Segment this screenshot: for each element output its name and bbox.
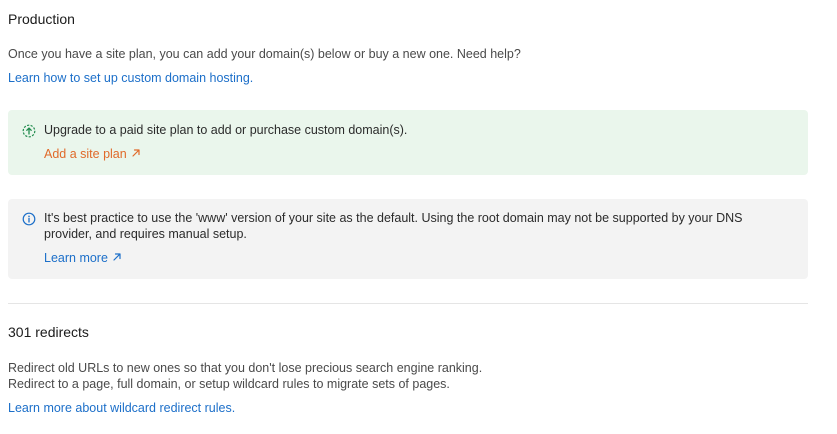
www-notice-message: It's best practice to use the 'www' vers… xyxy=(44,211,743,241)
redirects-description-line1: Redirect old URLs to new ones so that yo… xyxy=(8,361,483,375)
upgrade-notice-card: Upgrade to a paid site plan to add or pu… xyxy=(8,110,808,175)
www-learn-more-label: Learn more xyxy=(44,251,108,265)
wildcard-redirect-rules-link[interactable]: Learn more about wildcard redirect rules… xyxy=(8,400,235,416)
production-description: Once you have a site plan, you can add y… xyxy=(8,47,521,61)
add-site-plan-link[interactable]: Add a site plan xyxy=(44,146,141,162)
www-best-practice-notice: It's best practice to use the 'www' vers… xyxy=(8,199,808,279)
redirects-description-line2: Redirect to a page, full domain, or setu… xyxy=(8,377,450,391)
external-arrow-icon xyxy=(113,253,121,261)
add-site-plan-label: Add a site plan xyxy=(44,147,127,161)
production-section-title: Production xyxy=(8,11,75,27)
upgrade-arrow-circle-icon xyxy=(22,124,36,138)
info-icon xyxy=(22,212,36,226)
section-divider xyxy=(8,303,808,304)
custom-domain-hosting-link[interactable]: Learn how to set up custom domain hostin… xyxy=(8,70,253,86)
external-arrow-icon xyxy=(132,149,140,157)
www-learn-more-link[interactable]: Learn more xyxy=(44,250,122,266)
upgrade-notice-message: Upgrade to a paid site plan to add or pu… xyxy=(44,123,408,137)
redirects-section-title: 301 redirects xyxy=(8,324,89,340)
